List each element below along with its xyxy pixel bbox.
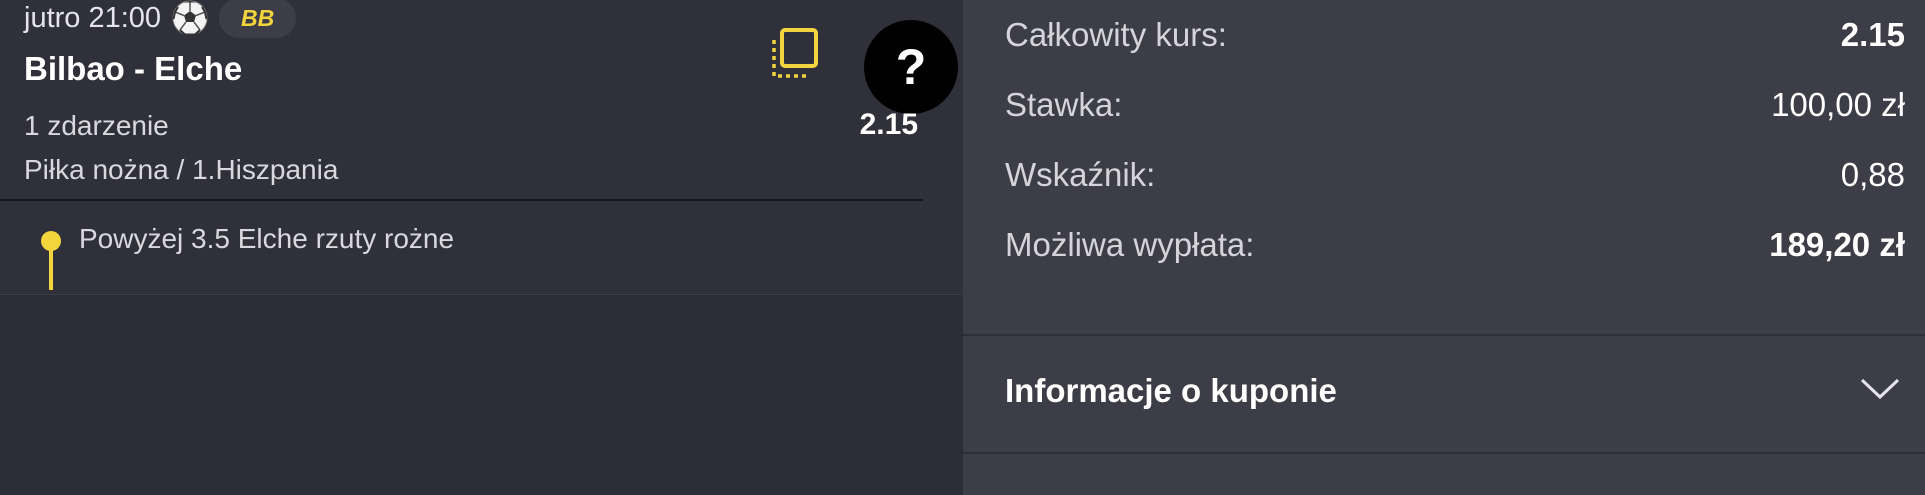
bet-list-panel: jutro 21:00 BB Bilbao - Elche ? 1 zdarze… <box>0 0 963 495</box>
coupon-info-title: Informacje o kuponie <box>1005 372 1337 409</box>
bet-card[interactable]: jutro 21:00 BB Bilbao - Elche ? 1 zdarze… <box>0 0 963 295</box>
copy-icon[interactable] <box>770 28 820 80</box>
stake-label: Stawka: <box>1005 86 1123 123</box>
chevron-down-icon[interactable] <box>1859 376 1901 402</box>
payout-value: 189,20 zł <box>1769 226 1905 263</box>
bet-slip-screen: jutro 21:00 BB Bilbao - Elche ? 1 zdarze… <box>0 0 1925 495</box>
divider <box>0 199 923 201</box>
event-meta-row: jutro 21:00 BB <box>24 0 297 38</box>
coupon-info-toggle[interactable]: Informacje o kuponie <box>963 336 1925 454</box>
total-odds-label: Całkowity kurs: <box>1005 16 1227 53</box>
selection-label: Powyżej 3.5 Elche rzuty rożne <box>79 223 455 254</box>
help-button[interactable]: ? <box>864 20 958 114</box>
ratio-row: Wskaźnik: 0,88 <box>1005 150 1905 200</box>
stake-value: 100,00 zł <box>1771 86 1905 123</box>
match-title: Bilbao - Elche <box>24 50 243 87</box>
selection-pin-icon <box>40 230 62 290</box>
stake-row: Stawka: 100,00 zł <box>1005 80 1905 130</box>
bet-summary: Całkowity kurs: 2.15 Stawka: 100,00 zł W… <box>963 0 1925 336</box>
ratio-value: 0,88 <box>1840 156 1905 193</box>
ratio-label: Wskaźnik: <box>1005 156 1156 193</box>
league-label: Piłka nożna / 1.Hiszpania <box>24 154 339 185</box>
total-odds-value: 2.15 <box>1840 16 1905 53</box>
summary-panel: Całkowity kurs: 2.15 Stawka: 100,00 zł W… <box>963 0 1925 495</box>
footer-area <box>963 454 1925 495</box>
payout-row: Możliwa wypłata: 189,20 zł <box>1005 220 1905 270</box>
payout-label: Możliwa wypłata: <box>1005 226 1255 263</box>
bet-builder-badge: BB <box>219 0 297 38</box>
event-time: jutro 21:00 <box>24 1 162 34</box>
bet-odds: 2.15 <box>859 108 918 141</box>
total-odds-row: Całkowity kurs: 2.15 <box>1005 10 1905 60</box>
events-count: 1 zdarzenie <box>24 110 169 141</box>
soccer-ball-icon <box>171 0 209 37</box>
